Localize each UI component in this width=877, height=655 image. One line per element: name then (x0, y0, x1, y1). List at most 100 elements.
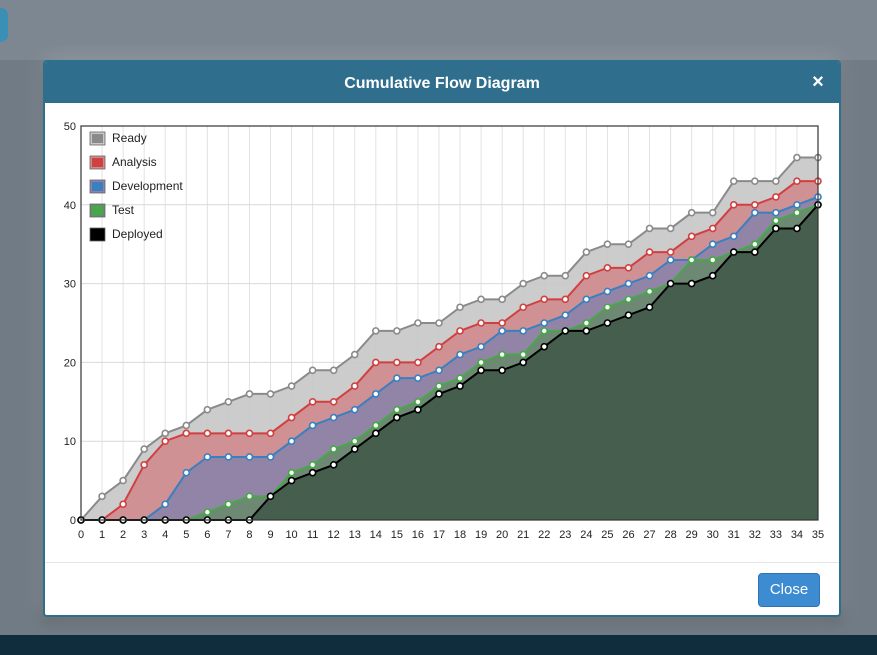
point-ready (224, 397, 233, 406)
y-tick-label: 0 (70, 515, 76, 527)
point-test (435, 382, 443, 390)
point-analysis (371, 358, 380, 367)
point-test (203, 508, 212, 516)
app-header-backdrop (0, 0, 877, 60)
close-button[interactable]: Close (758, 573, 820, 607)
point-deployed (729, 248, 738, 256)
point-test (350, 437, 359, 446)
point-ready (603, 240, 612, 248)
point-development (350, 405, 359, 414)
x-tick-label: 32 (749, 529, 761, 541)
point-development (287, 437, 296, 446)
point-ready (751, 177, 759, 185)
point-development (435, 366, 443, 375)
point-ready (729, 177, 738, 185)
point-ready (772, 177, 780, 185)
point-development (624, 279, 633, 288)
app-footer-backdrop (0, 635, 877, 655)
legend-swatch-inner-development (92, 182, 103, 191)
point-ready (245, 390, 254, 398)
point-development (645, 271, 654, 280)
point-deployed (477, 366, 485, 375)
point-deployed (708, 271, 717, 280)
x-tick-label: 14 (370, 529, 382, 541)
point-test (371, 421, 380, 430)
point-deployed (456, 382, 464, 390)
point-ready (708, 208, 717, 217)
point-ready (161, 429, 170, 438)
point-ready (435, 319, 443, 327)
point-analysis (624, 264, 633, 272)
point-ready (119, 476, 127, 485)
point-ready (687, 208, 696, 217)
x-tick-label: 5 (183, 529, 189, 541)
point-development (519, 327, 528, 335)
y-tick-label: 20 (64, 357, 76, 369)
point-analysis (772, 193, 780, 201)
point-analysis (687, 232, 696, 241)
x-tick-label: 33 (770, 529, 782, 541)
point-analysis (519, 303, 528, 312)
point-development (161, 500, 170, 509)
point-analysis (666, 248, 675, 256)
point-deployed (519, 358, 528, 367)
point-test (772, 216, 780, 225)
point-test (414, 397, 422, 406)
x-tick-label: 20 (496, 529, 508, 541)
point-test (224, 500, 233, 509)
point-ready (414, 319, 422, 327)
point-test (687, 256, 696, 264)
point-analysis (603, 264, 612, 272)
x-tick-label: 21 (517, 529, 529, 541)
point-development (793, 201, 801, 209)
legend-swatch-inner-test (92, 206, 103, 215)
x-tick-label: 24 (580, 529, 592, 541)
point-deployed (645, 303, 654, 312)
point-ready (287, 382, 296, 390)
point-analysis (350, 382, 359, 390)
point-deployed (603, 319, 612, 327)
cfd-modal: Cumulative Flow Diagram × 0 1 2 3 4 5 6 7 8 9 10 11… (43, 60, 841, 617)
point-analysis (414, 358, 422, 367)
x-tick-label: 4 (162, 529, 168, 541)
point-test (498, 350, 506, 359)
x-tick-label: 9 (267, 529, 273, 541)
legend-label-deployed: Deployed (112, 227, 163, 241)
close-icon[interactable]: × (811, 71, 825, 93)
x-tick-label: 11 (307, 529, 318, 541)
point-ready (582, 248, 591, 256)
point-development (729, 232, 738, 241)
point-ready (393, 327, 401, 335)
x-tick-label: 18 (454, 529, 466, 541)
x-tick-label: 8 (246, 529, 252, 541)
x-tick-label: 25 (601, 529, 613, 541)
point-test (287, 468, 296, 477)
legend-swatch-inner-analysis (92, 158, 103, 167)
y-tick-label: 40 (64, 200, 76, 212)
x-tick-label: 28 (664, 529, 676, 541)
legend-label-analysis: Analysis (112, 155, 157, 169)
point-ready (477, 295, 485, 304)
point-analysis (498, 319, 506, 327)
point-ready (561, 271, 570, 280)
point-analysis (119, 500, 127, 509)
point-test (245, 492, 254, 501)
point-analysis (161, 437, 170, 446)
point-development (414, 374, 422, 382)
point-ready (519, 279, 528, 288)
point-deployed (624, 311, 633, 319)
point-analysis (561, 295, 570, 304)
point-deployed (308, 468, 317, 477)
point-development (498, 327, 506, 335)
point-test (393, 405, 401, 414)
app-logo-fragment (0, 8, 8, 42)
point-deployed (582, 327, 591, 335)
cumulative-flow-chart: 0 1 2 3 4 5 6 7 8 9 10 11 12 13 14 15 16 17 18 19 20 21 22 23 24… (64, 121, 824, 541)
x-tick-label: 19 (475, 529, 487, 541)
point-test (645, 287, 654, 296)
point-development (182, 468, 191, 477)
point-development (603, 287, 612, 296)
point-development (540, 319, 549, 327)
point-ready (203, 405, 212, 414)
point-development (266, 453, 275, 461)
